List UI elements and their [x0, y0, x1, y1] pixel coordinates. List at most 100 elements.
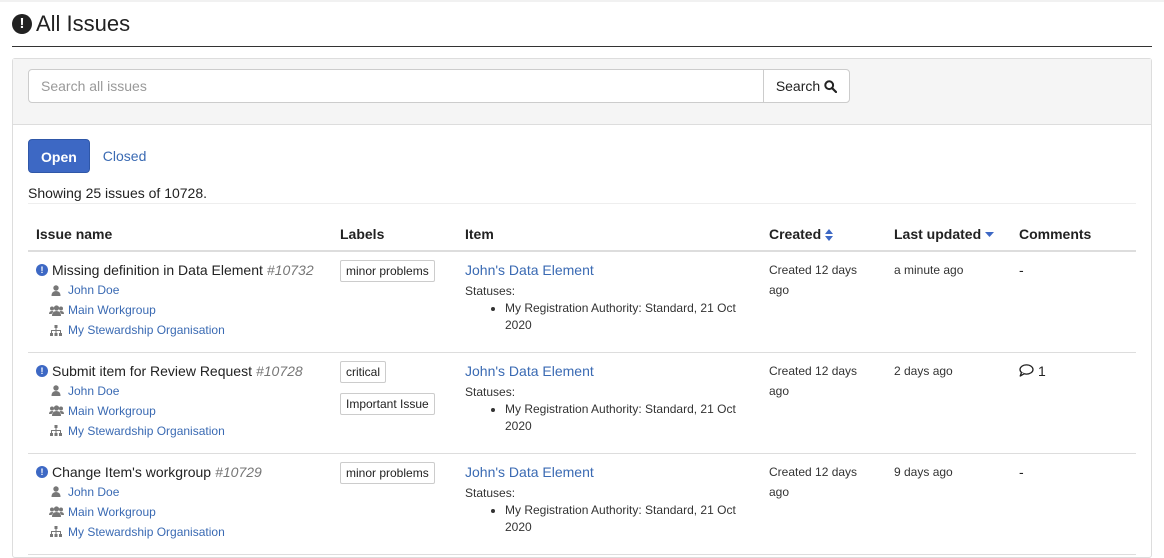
sitemap-icon [48, 425, 64, 436]
search-icon [824, 79, 838, 93]
tab-closed[interactable]: Closed [90, 139, 160, 173]
issue-cell: ! Submit item for Review Request #10728 … [28, 352, 332, 454]
issue-organisation-link[interactable]: My Stewardship Organisation [68, 421, 225, 441]
item-cell: John's Data Element Statuses: My Registr… [457, 251, 761, 353]
issue-user-link[interactable]: John Doe [68, 381, 119, 401]
issue-number: #10729 [215, 463, 262, 480]
sitemap-icon [48, 526, 64, 537]
issue-title[interactable]: Change Item's workgroup [52, 462, 211, 482]
issue-user-link[interactable]: John Doe [68, 280, 119, 300]
issue-label[interactable]: minor problems [340, 260, 435, 282]
issue-organisation-link[interactable]: My Stewardship Organisation [68, 320, 225, 340]
issues-table: Issue name Labels Item Created Last upda… [28, 217, 1136, 555]
issue-number: #10728 [255, 362, 303, 379]
statuses-label: Statuses: [465, 284, 516, 298]
issue-label[interactable]: minor problems [340, 461, 435, 484]
table-row: ! Missing definition in Data Element #10… [28, 251, 1136, 353]
col-labels: Labels [332, 217, 457, 252]
status-list: My Registration Authority: Standard, 21 … [465, 401, 753, 435]
search-bar: Search [13, 59, 1151, 125]
updated-text: a minute ago [894, 263, 964, 277]
issue-title[interactable]: Submit item for Review Request [52, 361, 252, 381]
exclamation-circle-icon: ! [12, 14, 32, 34]
labels-cell: minor problems [332, 251, 457, 353]
issue-open-icon: ! [36, 465, 48, 478]
created-cell: Created 12 days ago [761, 352, 886, 454]
col-comments: Comments [1011, 217, 1136, 252]
status-list: My Registration Authority: Standard, 21 … [465, 502, 753, 536]
status-tabs: Open Closed [28, 139, 159, 173]
user-icon [48, 486, 64, 497]
col-item: Item [457, 217, 761, 252]
col-last-updated[interactable]: Last updated [886, 217, 1011, 252]
comments-cell: - [1011, 453, 1136, 555]
created-text: Created 12 days ago [769, 363, 858, 398]
updated-cell: a minute ago [886, 251, 1011, 353]
created-cell: Created 12 days ago [761, 251, 886, 353]
issue-number: #10732 [266, 262, 314, 278]
sitemap-icon [48, 324, 64, 336]
search-input[interactable] [28, 69, 764, 103]
item-cell: John's Data Element Statuses: My Registr… [457, 453, 761, 555]
comments-count: - [1019, 262, 1024, 278]
sort-desc-icon [985, 231, 995, 237]
item-link[interactable]: John's Data Element [465, 361, 753, 381]
divider [28, 203, 1136, 204]
search-button[interactable]: Search [763, 69, 850, 103]
users-icon [48, 506, 64, 517]
users-icon [48, 304, 64, 316]
comments-cell: - [1011, 251, 1136, 353]
issue-label[interactable]: Important Issue [340, 392, 435, 415]
issue-title[interactable]: Missing definition in Data Element [52, 260, 263, 280]
updated-cell: 9 days ago [886, 453, 1011, 555]
status-entry: My Registration Authority: Standard, 21 … [505, 502, 753, 536]
status-list: My Registration Authority: Standard, 21 … [465, 300, 753, 334]
issue-workgroup-link[interactable]: Main Workgroup [68, 401, 156, 421]
table-row: ! Submit item for Review Request #10728 … [28, 352, 1136, 454]
users-icon [48, 405, 64, 416]
comments-count: - [1019, 463, 1024, 480]
issue-cell: ! Change Item's workgroup #10729 John Do… [28, 453, 332, 555]
page-header: ! All Issues [12, 10, 1152, 47]
updated-text: 9 days ago [894, 464, 953, 479]
item-link[interactable]: John's Data Element [465, 462, 753, 482]
issue-user-link[interactable]: John Doe [68, 482, 119, 502]
labels-cell: minor problems [332, 453, 457, 555]
issues-panel: Search Open Closed Showing 25 issues of … [12, 58, 1152, 558]
issue-open-icon: ! [36, 364, 48, 377]
comments-count: 1 [1038, 362, 1046, 379]
col-created-label: Created [769, 225, 822, 242]
issue-workgroup-link[interactable]: Main Workgroup [68, 502, 156, 522]
issue-label[interactable]: critical [340, 360, 387, 383]
results-count: Showing 25 issues of 10728. [28, 185, 208, 201]
issue-organisation-link[interactable]: My Stewardship Organisation [68, 522, 225, 542]
created-cell: Created 12 days ago [761, 453, 886, 555]
statuses-label: Statuses: [465, 485, 516, 500]
updated-cell: 2 days ago [886, 352, 1011, 454]
col-created[interactable]: Created [761, 217, 886, 252]
issue-cell: ! Missing definition in Data Element #10… [28, 251, 332, 353]
search-button-label: Search [775, 78, 821, 94]
comment-icon [1019, 364, 1034, 377]
updated-text: 2 days ago [894, 363, 953, 378]
sort-icon [825, 228, 834, 241]
table-header-row: Issue name Labels Item Created Last upda… [28, 217, 1136, 252]
statuses-label: Statuses: [465, 384, 516, 399]
col-last-updated-label: Last updated [894, 225, 982, 242]
col-issue-name: Issue name [28, 217, 332, 252]
issue-workgroup-link[interactable]: Main Workgroup [68, 300, 156, 320]
comments-cell: 1 [1011, 352, 1136, 454]
created-text: Created 12 days ago [769, 464, 858, 499]
item-cell: John's Data Element Statuses: My Registr… [457, 352, 761, 454]
status-entry: My Registration Authority: Standard, 21 … [505, 401, 753, 435]
table-row: ! Change Item's workgroup #10729 John Do… [28, 453, 1136, 555]
item-link[interactable]: John's Data Element [465, 260, 753, 280]
user-icon [48, 385, 64, 396]
top-border [0, 0, 1164, 2]
status-entry: My Registration Authority: Standard, 21 … [505, 300, 753, 334]
page-title: All Issues [36, 11, 131, 36]
user-icon [48, 284, 64, 296]
issue-open-icon: ! [36, 264, 48, 276]
created-text: Created 12 days ago [769, 263, 858, 297]
tab-open[interactable]: Open [28, 139, 90, 173]
